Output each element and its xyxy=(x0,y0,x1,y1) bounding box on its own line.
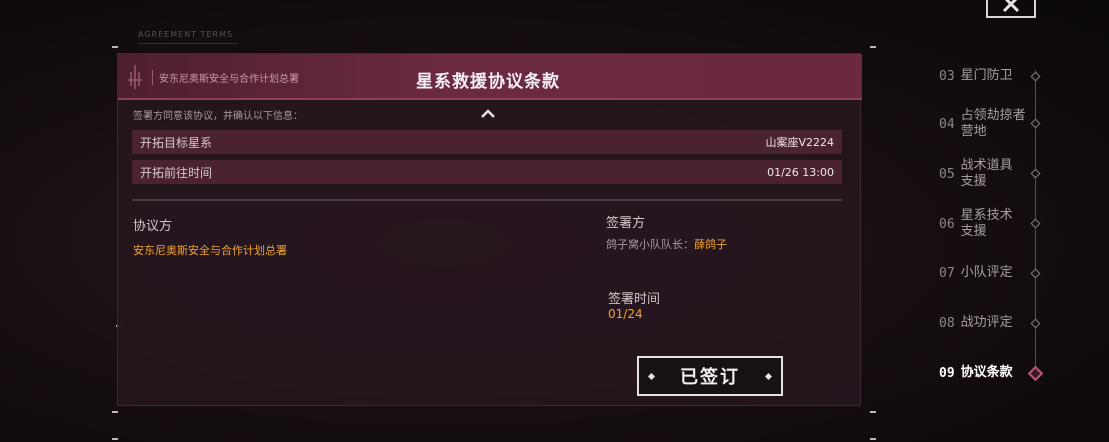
collapse-chevron-up-icon[interactable] xyxy=(480,107,496,119)
step-number: 07 xyxy=(939,265,955,281)
signed-button-label: 已签订 xyxy=(680,367,740,388)
step-label: 协议条款 xyxy=(960,365,1013,380)
info-row-value: 山案座V2224 xyxy=(765,136,834,149)
agreement-dialog: 安东尼奥斯安全与合作计划总署 星系救援协议条款 签署方同意该协议，并确认以下信息… xyxy=(117,53,862,406)
step-item-07[interactable]: 07 小队评定 xyxy=(939,265,1041,281)
dialog-header: 安东尼奥斯安全与合作计划总署 星系救援协议条款 xyxy=(118,54,862,100)
step-node-icon xyxy=(1030,71,1041,82)
party-a-name: 安东尼奥斯安全与合作计划总署 xyxy=(133,244,287,257)
step-label-line: 占领劫掠者 xyxy=(960,108,1026,123)
step-label: 星系技术 支援 xyxy=(961,208,1013,240)
step-number: 04 xyxy=(939,116,955,132)
frame-corner-bl2 xyxy=(112,438,118,440)
dialog-title: 星系救援协议条款 xyxy=(416,72,560,92)
sign-time-heading: 签署时间 xyxy=(608,292,661,307)
party-a-heading: 协议方 xyxy=(133,219,173,234)
step-navigation: 03 星门防卫 04 占领劫掠者 营地 05 战术道具 支援 06 星系技术 支援 0… xyxy=(925,60,1045,390)
signed-button[interactable]: 已签订 xyxy=(637,356,783,396)
step-label-line: 支援 xyxy=(960,224,987,239)
step-number: 05 xyxy=(939,166,955,182)
step-node-icon xyxy=(1030,168,1041,179)
step-number: 06 xyxy=(939,216,955,232)
step-item-05[interactable]: 05 战术道具 支援 xyxy=(939,158,1041,190)
step-item-04[interactable]: 04 占领劫掠者 营地 xyxy=(939,108,1041,140)
info-row-departure-time: 开拓前往时间 01/26 13:00 xyxy=(132,160,842,184)
step-label: 占领劫掠者 营地 xyxy=(961,108,1026,140)
intro-text: 签署方同意该协议，并确认以下信息： xyxy=(133,111,303,122)
step-node-icon xyxy=(1030,118,1041,129)
info-row-label: 开拓前往时间 xyxy=(140,165,213,180)
info-row-value: 01/26 13:00 xyxy=(767,165,834,179)
sign-time-value: 01/24 xyxy=(608,307,643,321)
step-node-icon xyxy=(1030,318,1041,329)
step-item-09[interactable]: 09 协议条款 xyxy=(939,365,1044,382)
step-label: 小队评定 xyxy=(960,265,1013,280)
frame-corner-bl xyxy=(112,411,118,413)
diamond-icon xyxy=(647,372,656,381)
frame-corner-br xyxy=(870,411,876,413)
step-item-06[interactable]: 06 星系技术 支援 xyxy=(939,208,1041,240)
party-b-signer: 鸽子窝小队队长：薛鸽子 xyxy=(606,236,727,252)
step-label-line: 营地 xyxy=(960,124,987,139)
info-row-target-system: 开拓目标星系 山案座V2224 xyxy=(132,130,842,154)
step-label: 星门防卫 xyxy=(960,68,1013,83)
step-label: 战术道具 支援 xyxy=(961,158,1013,190)
close-button[interactable] xyxy=(986,0,1036,18)
step-item-08[interactable]: 08 战功评定 xyxy=(939,315,1041,331)
background-tab: AGREEMENT TERMS xyxy=(138,22,238,44)
close-icon xyxy=(1002,0,1020,13)
party-b-heading: 签署方 xyxy=(606,216,646,231)
signer-name: 薛鸽子 xyxy=(694,238,727,251)
step-label-line: 战术道具 xyxy=(960,158,1013,173)
frame-corner-tl xyxy=(112,46,118,48)
frame-corner-br2 xyxy=(870,438,876,440)
signer-prefix: 鸽子窝小队队长： xyxy=(606,238,694,251)
section-divider xyxy=(132,199,842,201)
step-node-icon xyxy=(1030,218,1041,229)
diamond-icon xyxy=(764,372,773,381)
step-label: 战功评定 xyxy=(960,315,1013,330)
step-number: 03 xyxy=(939,68,955,84)
step-label-line: 星系技术 xyxy=(960,208,1013,223)
step-number: 08 xyxy=(939,315,955,331)
info-row-label: 开拓目标星系 xyxy=(140,135,213,150)
step-node-active-icon xyxy=(1027,365,1044,382)
step-number: 09 xyxy=(939,365,955,381)
step-label-line: 支援 xyxy=(960,174,987,189)
step-item-03[interactable]: 03 星门防卫 xyxy=(939,68,1041,84)
step-node-icon xyxy=(1030,268,1041,279)
frame-corner-tr xyxy=(870,46,876,48)
